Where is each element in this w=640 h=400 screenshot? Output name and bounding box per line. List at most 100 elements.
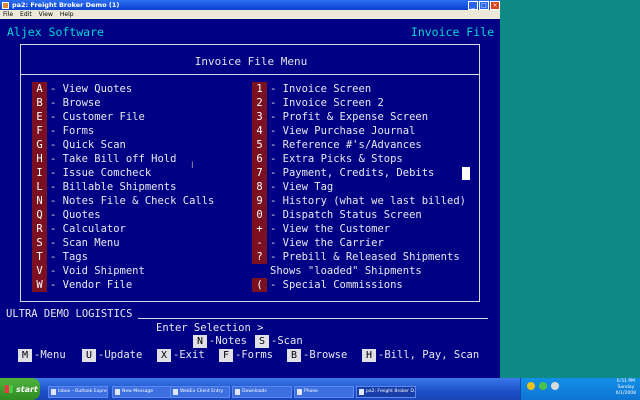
menu-option[interactable]: 1- Invoice Screen	[252, 82, 371, 96]
network-icon[interactable]	[527, 382, 535, 390]
fkey-scan[interactable]: S -Scan	[255, 334, 303, 348]
menu-option[interactable]: W- Vendor File	[32, 278, 132, 292]
security-icon[interactable]	[539, 382, 547, 390]
fkey-browse[interactable]: B -Browse	[287, 348, 347, 362]
option-key[interactable]: 8	[252, 180, 267, 194]
option-key[interactable]: 5	[252, 138, 267, 152]
option-key[interactable]: 3	[252, 110, 267, 124]
fkey-key[interactable]: H	[362, 348, 377, 362]
option-key[interactable]: I	[32, 166, 47, 180]
option-key[interactable]: ?	[252, 250, 267, 264]
fkey-exit[interactable]: X -Exit	[157, 348, 205, 362]
maximize-button[interactable]: □	[479, 1, 489, 10]
menu-option[interactable]: -- View the Carrier	[252, 236, 384, 250]
fkey-label: -Forms	[235, 349, 273, 361]
menu-option[interactable]: L- Billable Shipments	[32, 180, 176, 194]
taskbar-button[interactable]: WebEx Client Entry	[170, 386, 230, 398]
option-key[interactable]: 7	[252, 166, 267, 180]
menu-option[interactable]: E- Customer File	[32, 110, 145, 124]
fkey-key[interactable]: M	[18, 348, 33, 362]
option-key[interactable]: W	[32, 278, 47, 292]
menu-option[interactable]: 2- Invoice Screen 2	[252, 96, 384, 110]
option-key[interactable]: 0	[252, 208, 267, 222]
menu-help[interactable]: Help	[60, 11, 74, 18]
fkey-key[interactable]: N	[193, 334, 208, 348]
option-key[interactable]: L	[32, 180, 47, 194]
title-bar[interactable]: pa2: Freight Broker Demo (1) _ □ ×	[0, 0, 500, 10]
menu-option[interactable]: I- Issue Comcheck	[32, 166, 151, 180]
menu-option[interactable]: 3- Profit & Expense Screen	[252, 110, 428, 124]
option-key[interactable]: Q	[32, 208, 47, 222]
menu-option[interactable]: H- Take Bill off Hold	[32, 152, 176, 166]
menu-option[interactable]: S- Scan Menu	[32, 236, 120, 250]
fkey-notes[interactable]: N -Notes	[193, 334, 247, 348]
option-key[interactable]: E	[32, 110, 47, 124]
option-key[interactable]: V	[32, 264, 47, 278]
menu-file[interactable]: File	[3, 11, 13, 18]
option-key[interactable]: A	[32, 82, 47, 96]
window-icon	[297, 389, 302, 395]
fkey-key[interactable]: U	[82, 348, 97, 362]
menu-option[interactable]: A- View Quotes	[32, 82, 132, 96]
menu-option[interactable]: R- Calculator	[32, 222, 126, 236]
menu-option[interactable]: 5- Reference #'s/Advances	[252, 138, 422, 152]
menu-option[interactable]: B- Browse	[32, 96, 101, 110]
option-key[interactable]: G	[32, 138, 47, 152]
menu-option[interactable]: Q- Quotes	[32, 208, 101, 222]
menu-option[interactable]: 0- Dispatch Status Screen	[252, 208, 422, 222]
option-key[interactable]: T	[32, 250, 47, 264]
menu-option[interactable]: 7- Payment, Credits, Debits	[252, 166, 434, 180]
menu-option[interactable]: V- Void Shipment	[32, 264, 145, 278]
menu-view[interactable]: View	[39, 11, 53, 18]
menu-option[interactable]: F- Forms	[32, 124, 94, 138]
start-button[interactable]: start	[0, 378, 40, 400]
option-key[interactable]: R	[32, 222, 47, 236]
fkey-key[interactable]: F	[219, 348, 234, 362]
option-key[interactable]: 4	[252, 124, 267, 138]
menu-option[interactable]: 9- History (what we last billed)	[252, 194, 466, 208]
menu-option[interactable]: T- Tags	[32, 250, 88, 264]
fkey-key[interactable]: B	[287, 348, 302, 362]
fkey-billpayscan[interactable]: H -Bill, Pay, Scan	[362, 348, 479, 362]
close-button[interactable]: ×	[490, 1, 500, 10]
menu-option[interactable]: 6- Extra Picks & Stops	[252, 152, 403, 166]
menu-option[interactable]: (- Special Commissions	[252, 278, 403, 292]
option-key[interactable]: 2	[252, 96, 267, 110]
menu-option[interactable]: ? - Prebill & Released Shipments	[252, 250, 460, 264]
option-label: - Void Shipment	[50, 265, 145, 277]
option-key[interactable]: (	[252, 278, 267, 292]
menu-edit[interactable]: Edit	[20, 11, 32, 18]
fkey-forms[interactable]: F -Forms	[219, 348, 273, 362]
fkey-key[interactable]: S	[255, 334, 270, 348]
selection-prompt[interactable]: Enter Selection >	[156, 322, 263, 334]
option-key[interactable]: -	[252, 236, 267, 250]
taskbar-button[interactable]: Phone	[294, 386, 354, 398]
volume-icon[interactable]	[551, 382, 559, 390]
fkey-menu[interactable]: M -Menu	[18, 348, 66, 362]
option-key[interactable]: F	[32, 124, 47, 138]
taskbar-label: New Message	[122, 389, 153, 394]
option-key[interactable]: H	[32, 152, 47, 166]
menu-option[interactable]: 4- View Purchase Journal	[252, 124, 415, 138]
option-key[interactable]: +	[252, 222, 267, 236]
taskbar-button[interactable]: Inbox - Outlook Express	[48, 386, 108, 398]
option-key[interactable]: B	[32, 96, 47, 110]
clock[interactable]: 6:51 PM Sunday 6/1/2008	[616, 379, 636, 397]
menu-option[interactable]: 8- View Tag	[252, 180, 333, 194]
menu-option[interactable]: G- Quick Scan	[32, 138, 126, 152]
option-key[interactable]: 9	[252, 194, 267, 208]
option-key[interactable]: N	[32, 194, 47, 208]
taskbar-button[interactable]: New Message	[112, 386, 172, 398]
menu-option[interactable]: + - View the Customer	[252, 222, 390, 236]
menu-option[interactable]: Shows "loaded" Shipments	[252, 264, 422, 278]
taskbar-button[interactable]: Downloads	[232, 386, 292, 398]
fkey-update[interactable]: U -Update	[82, 348, 142, 362]
minimize-button[interactable]: _	[468, 1, 478, 10]
menu-option[interactable]: N- Notes File & Check Calls	[32, 194, 214, 208]
taskbar-button[interactable]: pa2: Freight Broker D...	[356, 386, 416, 398]
option-key[interactable]: 6	[252, 152, 267, 166]
option-key[interactable]: S	[32, 236, 47, 250]
fkey-key[interactable]: X	[157, 348, 172, 362]
option-key[interactable]: 1	[252, 82, 267, 96]
taskbar: start Inbox - Outlook Express New Message…	[0, 378, 640, 400]
